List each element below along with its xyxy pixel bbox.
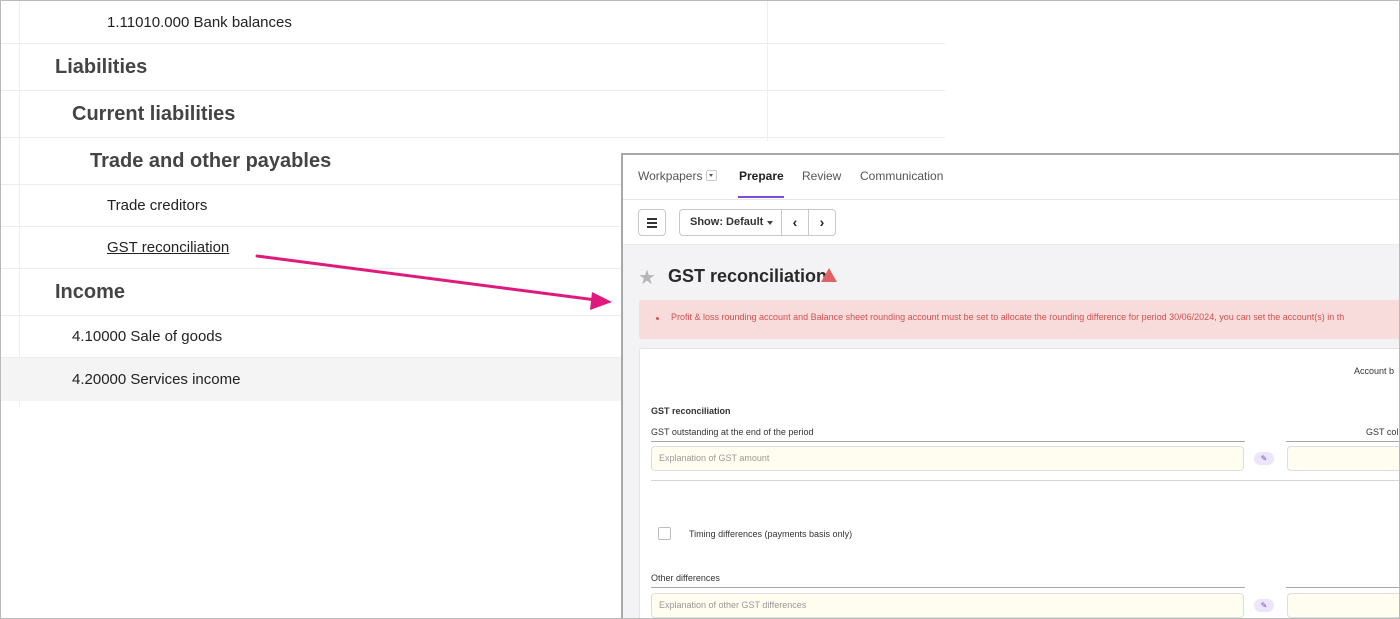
gst-outstanding-label: GST outstanding at the end of the period [651, 427, 814, 437]
bullet-icon [656, 317, 659, 320]
tree-row-liabilities[interactable]: Liabilities [1, 44, 945, 91]
tree-row-label: Trade and other payables [90, 149, 332, 172]
alert-message: Profit & loss rounding account and Balan… [671, 312, 1345, 322]
other-differences-input[interactable]: Explanation of other GST differences [651, 593, 1244, 618]
tree-row-label: 4.10000 Sale of goods [72, 328, 223, 345]
tree-row-label: 1.11010.000 Bank balances [107, 13, 292, 31]
tree-row-bank-balances[interactable]: 1.11010.000 Bank balances [1, 1, 945, 44]
gst-explanation-input[interactable]: Explanation of GST amount [651, 446, 1244, 471]
divider [651, 480, 1399, 481]
section-title: GST reconciliation [651, 406, 731, 416]
column-header: Account b [1354, 366, 1395, 376]
show-filter-label: Show: Default [690, 216, 764, 228]
chevron-right-icon: › [819, 214, 825, 230]
show-filter-dropdown[interactable]: Show: Default [679, 209, 783, 236]
tab-prepare[interactable]: Prepare [739, 169, 784, 183]
gst-reconciliation-card: Account b GST reconciliation GST outstan… [639, 348, 1399, 618]
attachment-icon[interactable]: ✎ [1254, 452, 1274, 465]
tree-row-current-liabilities[interactable]: Current liabilities [1, 91, 945, 138]
right-column-label: GST col [1366, 427, 1399, 437]
gst-reconciliation-link[interactable]: GST reconciliation [107, 239, 229, 256]
tab-workpapers-label: Workpapers [638, 169, 703, 183]
next-button[interactable]: › [808, 209, 836, 236]
tree-row-label: 4.20000 Services income [72, 371, 241, 388]
active-tab-indicator [738, 196, 784, 198]
toolbar: Show: Default ‹ › [623, 200, 1399, 245]
other-differences-label: Other differences [651, 573, 720, 583]
divider [1286, 587, 1399, 588]
tab-workpapers[interactable]: Workpapers [638, 169, 718, 183]
divider [651, 587, 1245, 588]
tree-row-label: Current liabilities [72, 102, 236, 125]
tab-communication[interactable]: Communication [860, 169, 943, 183]
chevron-down-icon [706, 170, 718, 182]
tab-bar: Workpapers Prepare Review Communication [623, 155, 1399, 200]
tree-row-label: Trade creditors [107, 197, 208, 214]
tab-review[interactable]: Review [802, 169, 841, 183]
menu-button[interactable] [638, 209, 666, 236]
attachment-icon[interactable]: ✎ [1254, 599, 1274, 612]
alert-banner: Profit & loss rounding account and Balan… [639, 300, 1399, 339]
gst-amount-input[interactable] [1287, 446, 1399, 471]
workpaper-panel: Workpapers Prepare Review Communication … [621, 153, 1399, 618]
chevron-left-icon: ‹ [792, 214, 798, 230]
star-icon[interactable]: ★ [638, 265, 656, 290]
chevron-down-icon [767, 221, 773, 225]
warning-icon [821, 268, 837, 282]
other-amount-input[interactable] [1287, 593, 1399, 618]
divider [651, 441, 1245, 442]
divider [1286, 441, 1399, 442]
workpaper-content: ★ GST reconciliation Profit & loss round… [623, 245, 1399, 618]
timing-differences-checkbox[interactable] [658, 527, 671, 540]
timing-differences-label: Timing differences (payments basis only) [689, 529, 853, 539]
previous-button[interactable]: ‹ [781, 209, 809, 236]
tree-row-label: Liabilities [55, 55, 148, 78]
page-title: GST reconciliation [668, 266, 828, 286]
tree-row-label: Income [55, 280, 126, 303]
